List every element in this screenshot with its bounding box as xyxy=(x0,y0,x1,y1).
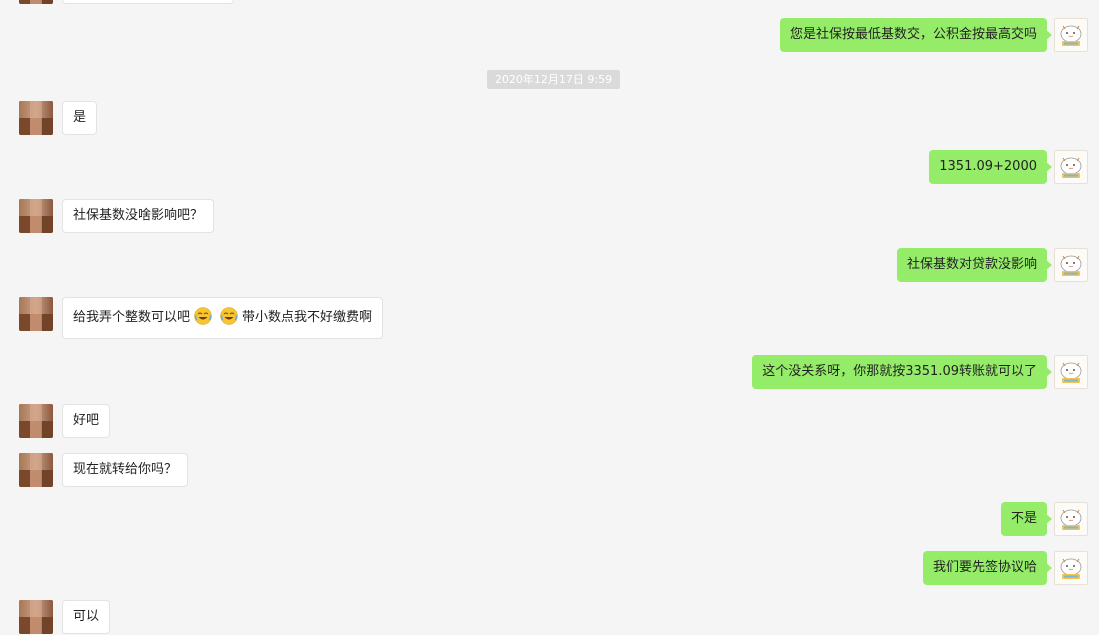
self-avatar-icon[interactable] xyxy=(1054,551,1088,585)
incoming-bubble[interactable]: 可以 xyxy=(62,600,111,634)
message-text: 不是 xyxy=(1010,511,1037,526)
outgoing-bubble[interactable]: 您是社保按最低基数交，公积金按最高交吗 xyxy=(779,18,1053,52)
outgoing-bubble[interactable]: 1351.09+2000 xyxy=(929,150,1052,184)
message-text: 给我弄个整数可以吧 xyxy=(73,310,191,325)
outgoing-bubble[interactable]: 不是 xyxy=(1000,502,1053,536)
message-text: 可以 xyxy=(73,609,100,624)
incoming-bubble[interactable]: 好吧 xyxy=(62,404,111,438)
incoming-bubble[interactable]: 给我弄个整数可以吧 带小数点我不好缴费啊 xyxy=(62,297,384,339)
message-text: 社保基数对贷款没影响 xyxy=(906,257,1037,272)
message-text: 我们要先签协议哈 xyxy=(932,560,1037,575)
contact-avatar-icon[interactable] xyxy=(19,199,53,233)
chat-window: 您是社保按最低基数交，公积金按最高交吗 2020年12月17日 9:59 是 1… xyxy=(0,0,1099,635)
laughing-crying-emoji-icon xyxy=(194,302,212,325)
contact-avatar-icon[interactable] xyxy=(19,0,53,4)
self-avatar-icon[interactable] xyxy=(1054,355,1088,389)
message-text: 好吧 xyxy=(73,413,100,428)
message-text: 您是社保按最低基数交，公积金按最高交吗 xyxy=(789,27,1037,42)
self-avatar-icon[interactable] xyxy=(1054,18,1088,52)
incoming-bubble-partial xyxy=(62,0,234,4)
contact-avatar-icon[interactable] xyxy=(19,297,53,331)
contact-avatar-icon[interactable] xyxy=(19,101,53,135)
contact-avatar-icon[interactable] xyxy=(19,453,53,487)
self-avatar-icon[interactable] xyxy=(1054,248,1088,282)
message-text: 社保基数没啥影响吧？ xyxy=(73,208,204,223)
self-avatar-icon[interactable] xyxy=(1054,502,1088,536)
incoming-bubble[interactable]: 是 xyxy=(62,101,98,135)
incoming-bubble[interactable]: 社保基数没啥影响吧？ xyxy=(62,199,215,233)
contact-avatar-icon[interactable] xyxy=(19,600,53,634)
outgoing-bubble[interactable]: 社保基数对贷款没影响 xyxy=(896,248,1053,282)
outgoing-bubble[interactable]: 这个没关系呀，你那就按3351.09转账就可以了 xyxy=(752,355,1052,389)
timestamp-label: 2020年12月17日 9:59 xyxy=(487,70,620,89)
contact-avatar-icon[interactable] xyxy=(19,404,53,438)
message-text: 带小数点我不好缴费啊 xyxy=(242,310,373,325)
message-text: 是 xyxy=(73,110,87,125)
message-text: 1351.09+2000 xyxy=(939,159,1037,174)
incoming-bubble[interactable]: 现在就转给你吗？ xyxy=(62,453,189,487)
self-avatar-icon[interactable] xyxy=(1054,150,1088,184)
laughing-crying-emoji-icon xyxy=(220,302,238,325)
message-text: 现在就转给你吗？ xyxy=(73,462,178,477)
outgoing-bubble[interactable]: 我们要先签协议哈 xyxy=(922,551,1053,585)
message-text: 这个没关系呀，你那就按3351.09转账就可以了 xyxy=(762,364,1037,379)
